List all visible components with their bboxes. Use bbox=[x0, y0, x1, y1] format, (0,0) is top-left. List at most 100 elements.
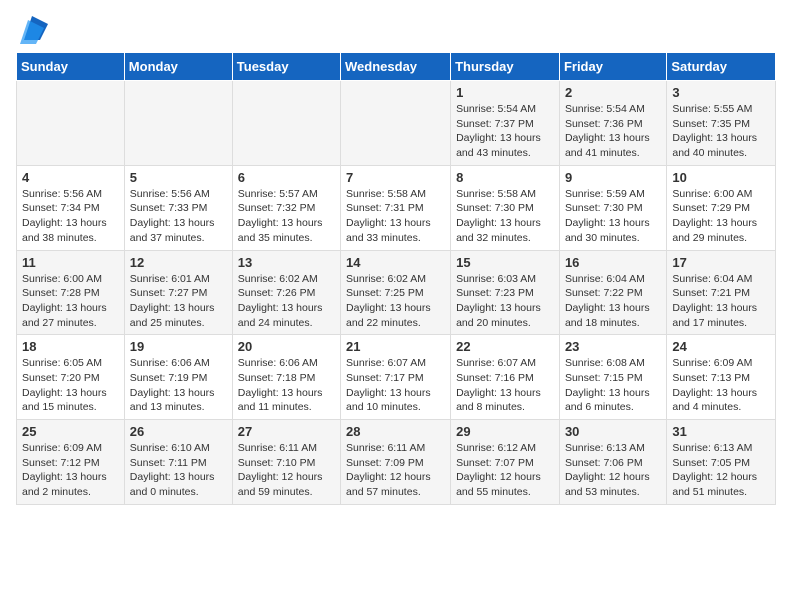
logo-icon bbox=[16, 16, 48, 44]
day-info: Sunrise: 6:11 AM Sunset: 7:09 PM Dayligh… bbox=[346, 441, 445, 500]
calendar-cell: 15 Sunrise: 6:03 AM Sunset: 7:23 PM Dayli… bbox=[451, 250, 560, 335]
day-number: 5 bbox=[130, 170, 227, 185]
calendar-cell: 20 Sunrise: 6:06 AM Sunset: 7:18 PM Dayli… bbox=[232, 335, 340, 420]
day-info: Sunrise: 6:04 AM Sunset: 7:22 PM Dayligh… bbox=[565, 272, 661, 331]
day-number: 30 bbox=[565, 424, 661, 439]
day-info: Sunrise: 6:09 AM Sunset: 7:13 PM Dayligh… bbox=[672, 356, 770, 415]
calendar-cell: 25 Sunrise: 6:09 AM Sunset: 7:12 PM Dayli… bbox=[17, 420, 125, 505]
calendar-cell bbox=[341, 81, 451, 166]
day-header-tuesday: Tuesday bbox=[232, 53, 340, 81]
calendar-cell: 17 Sunrise: 6:04 AM Sunset: 7:21 PM Dayli… bbox=[667, 250, 776, 335]
calendar-cell: 14 Sunrise: 6:02 AM Sunset: 7:25 PM Dayli… bbox=[341, 250, 451, 335]
calendar-cell: 5Sunrise: 5:56 AM Sunset: 7:33 PM Daylig… bbox=[124, 165, 232, 250]
calendar-cell: 9 Sunrise: 5:59 AM Sunset: 7:30 PM Daylig… bbox=[559, 165, 666, 250]
calendar-cell: 12 Sunrise: 6:01 AM Sunset: 7:27 PM Dayli… bbox=[124, 250, 232, 335]
calendar-cell: 28 Sunrise: 6:11 AM Sunset: 7:09 PM Dayli… bbox=[341, 420, 451, 505]
day-number: 20 bbox=[238, 339, 335, 354]
week-row-1: 1Sunrise: 5:54 AM Sunset: 7:37 PM Daylig… bbox=[17, 81, 776, 166]
day-number: 18 bbox=[22, 339, 119, 354]
day-info: Sunrise: 6:01 AM Sunset: 7:27 PM Dayligh… bbox=[130, 272, 227, 331]
day-number: 22 bbox=[456, 339, 554, 354]
day-number: 15 bbox=[456, 255, 554, 270]
day-number: 14 bbox=[346, 255, 445, 270]
calendar-table: SundayMondayTuesdayWednesdayThursdayFrid… bbox=[16, 52, 776, 505]
day-number: 23 bbox=[565, 339, 661, 354]
day-number: 29 bbox=[456, 424, 554, 439]
day-number: 16 bbox=[565, 255, 661, 270]
day-info: Sunrise: 5:58 AM Sunset: 7:30 PM Dayligh… bbox=[456, 187, 554, 246]
day-info: Sunrise: 6:08 AM Sunset: 7:15 PM Dayligh… bbox=[565, 356, 661, 415]
calendar-cell: 16 Sunrise: 6:04 AM Sunset: 7:22 PM Dayli… bbox=[559, 250, 666, 335]
day-header-saturday: Saturday bbox=[667, 53, 776, 81]
calendar-cell: 24 Sunrise: 6:09 AM Sunset: 7:13 PM Dayli… bbox=[667, 335, 776, 420]
day-info: Sunrise: 5:54 AM Sunset: 7:36 PM Dayligh… bbox=[565, 102, 661, 161]
calendar-cell: 3Sunrise: 5:55 AM Sunset: 7:35 PM Daylig… bbox=[667, 81, 776, 166]
calendar-cell: 22 Sunrise: 6:07 AM Sunset: 7:16 PM Dayli… bbox=[451, 335, 560, 420]
week-row-5: 25 Sunrise: 6:09 AM Sunset: 7:12 PM Dayli… bbox=[17, 420, 776, 505]
day-number: 21 bbox=[346, 339, 445, 354]
day-number: 31 bbox=[672, 424, 770, 439]
day-info: Sunrise: 6:13 AM Sunset: 7:05 PM Dayligh… bbox=[672, 441, 770, 500]
week-row-3: 11 Sunrise: 6:00 AM Sunset: 7:28 PM Dayli… bbox=[17, 250, 776, 335]
calendar-cell: 23 Sunrise: 6:08 AM Sunset: 7:15 PM Dayli… bbox=[559, 335, 666, 420]
day-number: 2 bbox=[565, 85, 661, 100]
day-number: 27 bbox=[238, 424, 335, 439]
calendar-cell: 13 Sunrise: 6:02 AM Sunset: 7:26 PM Dayli… bbox=[232, 250, 340, 335]
day-info: Sunrise: 5:58 AM Sunset: 7:31 PM Dayligh… bbox=[346, 187, 445, 246]
calendar-cell: 6Sunrise: 5:57 AM Sunset: 7:32 PM Daylig… bbox=[232, 165, 340, 250]
day-header-thursday: Thursday bbox=[451, 53, 560, 81]
day-number: 19 bbox=[130, 339, 227, 354]
day-number: 28 bbox=[346, 424, 445, 439]
calendar-cell: 31 Sunrise: 6:13 AM Sunset: 7:05 PM Dayli… bbox=[667, 420, 776, 505]
day-info: Sunrise: 6:06 AM Sunset: 7:18 PM Dayligh… bbox=[238, 356, 335, 415]
day-number: 24 bbox=[672, 339, 770, 354]
calendar-cell: 10Sunrise: 6:00 AM Sunset: 7:29 PM Dayli… bbox=[667, 165, 776, 250]
day-info: Sunrise: 6:00 AM Sunset: 7:28 PM Dayligh… bbox=[22, 272, 119, 331]
day-number: 17 bbox=[672, 255, 770, 270]
calendar-cell: 4Sunrise: 5:56 AM Sunset: 7:34 PM Daylig… bbox=[17, 165, 125, 250]
day-number: 11 bbox=[22, 255, 119, 270]
day-number: 1 bbox=[456, 85, 554, 100]
calendar-cell: 30 Sunrise: 6:13 AM Sunset: 7:06 PM Dayli… bbox=[559, 420, 666, 505]
calendar-cell bbox=[124, 81, 232, 166]
day-header-sunday: Sunday bbox=[17, 53, 125, 81]
day-info: Sunrise: 5:59 AM Sunset: 7:30 PM Dayligh… bbox=[565, 187, 661, 246]
day-info: Sunrise: 6:11 AM Sunset: 7:10 PM Dayligh… bbox=[238, 441, 335, 500]
day-info: Sunrise: 6:02 AM Sunset: 7:25 PM Dayligh… bbox=[346, 272, 445, 331]
day-number: 12 bbox=[130, 255, 227, 270]
day-info: Sunrise: 6:09 AM Sunset: 7:12 PM Dayligh… bbox=[22, 441, 119, 500]
calendar-cell: 19 Sunrise: 6:06 AM Sunset: 7:19 PM Dayli… bbox=[124, 335, 232, 420]
calendar-cell: 26Sunrise: 6:10 AM Sunset: 7:11 PM Dayli… bbox=[124, 420, 232, 505]
day-header-monday: Monday bbox=[124, 53, 232, 81]
day-info: Sunrise: 6:03 AM Sunset: 7:23 PM Dayligh… bbox=[456, 272, 554, 331]
day-info: Sunrise: 5:57 AM Sunset: 7:32 PM Dayligh… bbox=[238, 187, 335, 246]
calendar-cell: 21 Sunrise: 6:07 AM Sunset: 7:17 PM Dayli… bbox=[341, 335, 451, 420]
day-info: Sunrise: 6:02 AM Sunset: 7:26 PM Dayligh… bbox=[238, 272, 335, 331]
day-number: 7 bbox=[346, 170, 445, 185]
day-number: 8 bbox=[456, 170, 554, 185]
header-row: SundayMondayTuesdayWednesdayThursdayFrid… bbox=[17, 53, 776, 81]
day-info: Sunrise: 6:07 AM Sunset: 7:17 PM Dayligh… bbox=[346, 356, 445, 415]
day-number: 25 bbox=[22, 424, 119, 439]
calendar-cell: 2 Sunrise: 5:54 AM Sunset: 7:36 PM Daylig… bbox=[559, 81, 666, 166]
logo bbox=[16, 16, 52, 44]
day-number: 13 bbox=[238, 255, 335, 270]
day-header-wednesday: Wednesday bbox=[341, 53, 451, 81]
day-info: Sunrise: 6:05 AM Sunset: 7:20 PM Dayligh… bbox=[22, 356, 119, 415]
day-number: 10 bbox=[672, 170, 770, 185]
day-info: Sunrise: 6:12 AM Sunset: 7:07 PM Dayligh… bbox=[456, 441, 554, 500]
day-info: Sunrise: 6:04 AM Sunset: 7:21 PM Dayligh… bbox=[672, 272, 770, 331]
day-info: Sunrise: 6:13 AM Sunset: 7:06 PM Dayligh… bbox=[565, 441, 661, 500]
day-number: 3 bbox=[672, 85, 770, 100]
day-info: Sunrise: 6:10 AM Sunset: 7:11 PM Dayligh… bbox=[130, 441, 227, 500]
calendar-cell bbox=[17, 81, 125, 166]
day-info: Sunrise: 6:06 AM Sunset: 7:19 PM Dayligh… bbox=[130, 356, 227, 415]
page-header bbox=[16, 16, 776, 44]
day-number: 9 bbox=[565, 170, 661, 185]
calendar-cell: 29 Sunrise: 6:12 AM Sunset: 7:07 PM Dayli… bbox=[451, 420, 560, 505]
calendar-cell: 11 Sunrise: 6:00 AM Sunset: 7:28 PM Dayli… bbox=[17, 250, 125, 335]
calendar-cell: 7 Sunrise: 5:58 AM Sunset: 7:31 PM Daylig… bbox=[341, 165, 451, 250]
calendar-cell: 8 Sunrise: 5:58 AM Sunset: 7:30 PM Daylig… bbox=[451, 165, 560, 250]
calendar-cell bbox=[232, 81, 340, 166]
day-info: Sunrise: 6:07 AM Sunset: 7:16 PM Dayligh… bbox=[456, 356, 554, 415]
